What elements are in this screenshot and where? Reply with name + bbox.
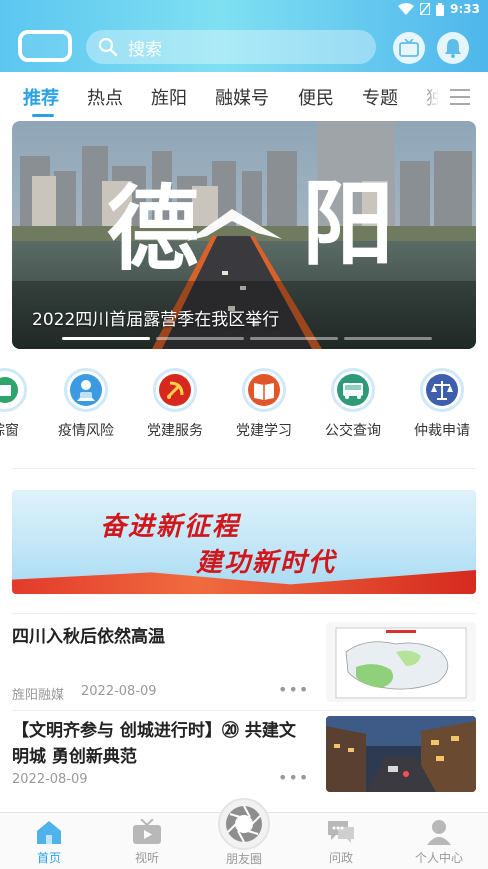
news-date: 2022-08-09 [81,684,157,699]
carousel-dot[interactable] [344,337,432,340]
sim-icon [420,3,431,15]
nav-profile[interactable]: 个人中心 [404,819,474,866]
news-date: 2022-08-09 [12,772,88,787]
status-icons: 9:33 [398,2,480,16]
app-logo[interactable] [18,30,72,62]
news-item[interactable]: 四川入秋后依然高温 旌阳融媒 2022-08-09 ••• [12,614,476,708]
search-bar[interactable]: 搜索 [86,30,376,64]
slogan-line-2: 建功新时代 [196,548,337,578]
service-arbitration[interactable]: 仲裁申请 [397,368,487,440]
active-tab-indicator [32,114,54,117]
bell-icon [445,39,461,58]
weather-map-thumbnail [326,622,476,702]
nav-label: 首页 [36,851,61,865]
search-placeholder: 搜索 [128,39,162,60]
slogan-line-1: 奋进新征程 [100,512,241,542]
service-label: 党建学习 [236,423,292,439]
hero-banner[interactable]: 德 阳 2022四川首届露营季在我区举行 [12,121,476,349]
party-emblem-icon [153,368,197,412]
tab-convenience[interactable]: 便民 [298,84,334,110]
divider [12,710,476,711]
nav-label: 视听 [134,851,159,865]
tab-fade [415,72,445,120]
slogan-banner[interactable]: 奋进新征程 建功新时代 [12,490,476,594]
bus-icon [331,368,375,412]
service-label: 疫情风险 [58,423,114,439]
service-party-study[interactable]: 党建学习 [219,368,309,440]
tab-special[interactable]: 专题 [362,84,398,110]
news-title: 四川入秋后依然高温 [12,627,165,647]
user-icon [424,819,454,845]
service-label: 党建服务 [147,423,203,439]
service-bus-query[interactable]: 公交查询 [308,368,398,440]
wifi-icon [398,3,415,15]
epidemic-icon [64,368,108,412]
service-label: 公交查询 [325,423,381,439]
tab-jingyang[interactable]: 旌阳 [151,84,187,110]
city-street-thumbnail [326,716,476,792]
news-source: 旌阳融媒 [12,688,65,703]
nav-label: 朋友圈 [225,852,262,866]
banner-calligraphy-2: 阳 [302,170,394,278]
nav-video[interactable]: 视听 [112,819,182,866]
tab-menu-icon[interactable] [450,86,470,106]
carousel-dot[interactable] [62,337,150,340]
divider [12,468,476,469]
nav-politics[interactable]: 问政 [306,819,376,866]
category-tabs: 推荐 热点 旌阳 融媒号 便民 专题 独 [0,72,488,120]
more-options-icon[interactable]: ••• [278,768,309,787]
book-icon [242,368,286,412]
service-party-service[interactable]: 党建服务 [130,368,220,440]
tv-icon [399,39,419,57]
nav-label: 问政 [328,851,353,865]
tv-icon [132,819,162,845]
notification-button[interactable] [437,32,469,64]
service-shortcuts: 综窗 疫情风险 党建服务 党建学习 公交查询 仲裁申请 [0,368,488,448]
status-time: 9:33 [450,2,480,16]
banner-calligraphy: 德 [107,175,199,283]
news-item[interactable]: 【文明齐参与 创城进行时】⑳ 共建文明城 勇创新典范 2022-08-09 ••… [12,712,476,808]
home-icon [34,819,64,845]
status-bar: 9:33 [0,0,488,20]
tab-recommend[interactable]: 推荐 [23,84,59,110]
carousel-dot[interactable] [250,337,338,340]
tab-hot[interactable]: 热点 [87,84,123,110]
nav-label: 个人中心 [414,851,463,865]
service-label: 仲裁申请 [414,423,470,439]
service-epidemic-risk[interactable]: 疫情风险 [41,368,131,440]
battery-icon [436,2,445,16]
banner-caption: 2022四川首届露营季在我区举行 [32,310,280,330]
carousel-dot[interactable] [156,337,244,340]
scales-icon [420,368,464,412]
news-title: 【文明齐参与 创城进行时】⑳ 共建文明城 勇创新典范 [12,721,296,767]
nav-home[interactable]: 首页 [14,819,84,866]
carousel-indicator [62,337,432,340]
nav-friends-circle[interactable] [218,798,270,850]
camera-shutter-icon [226,805,262,843]
search-icon [98,37,118,57]
chat-icon [326,819,356,845]
more-options-icon[interactable]: ••• [278,680,309,699]
window-icon [0,368,27,412]
app-header: 9:33 搜索 [0,0,488,72]
tv-button[interactable] [393,32,425,64]
tab-media[interactable]: 融媒号 [215,84,269,110]
